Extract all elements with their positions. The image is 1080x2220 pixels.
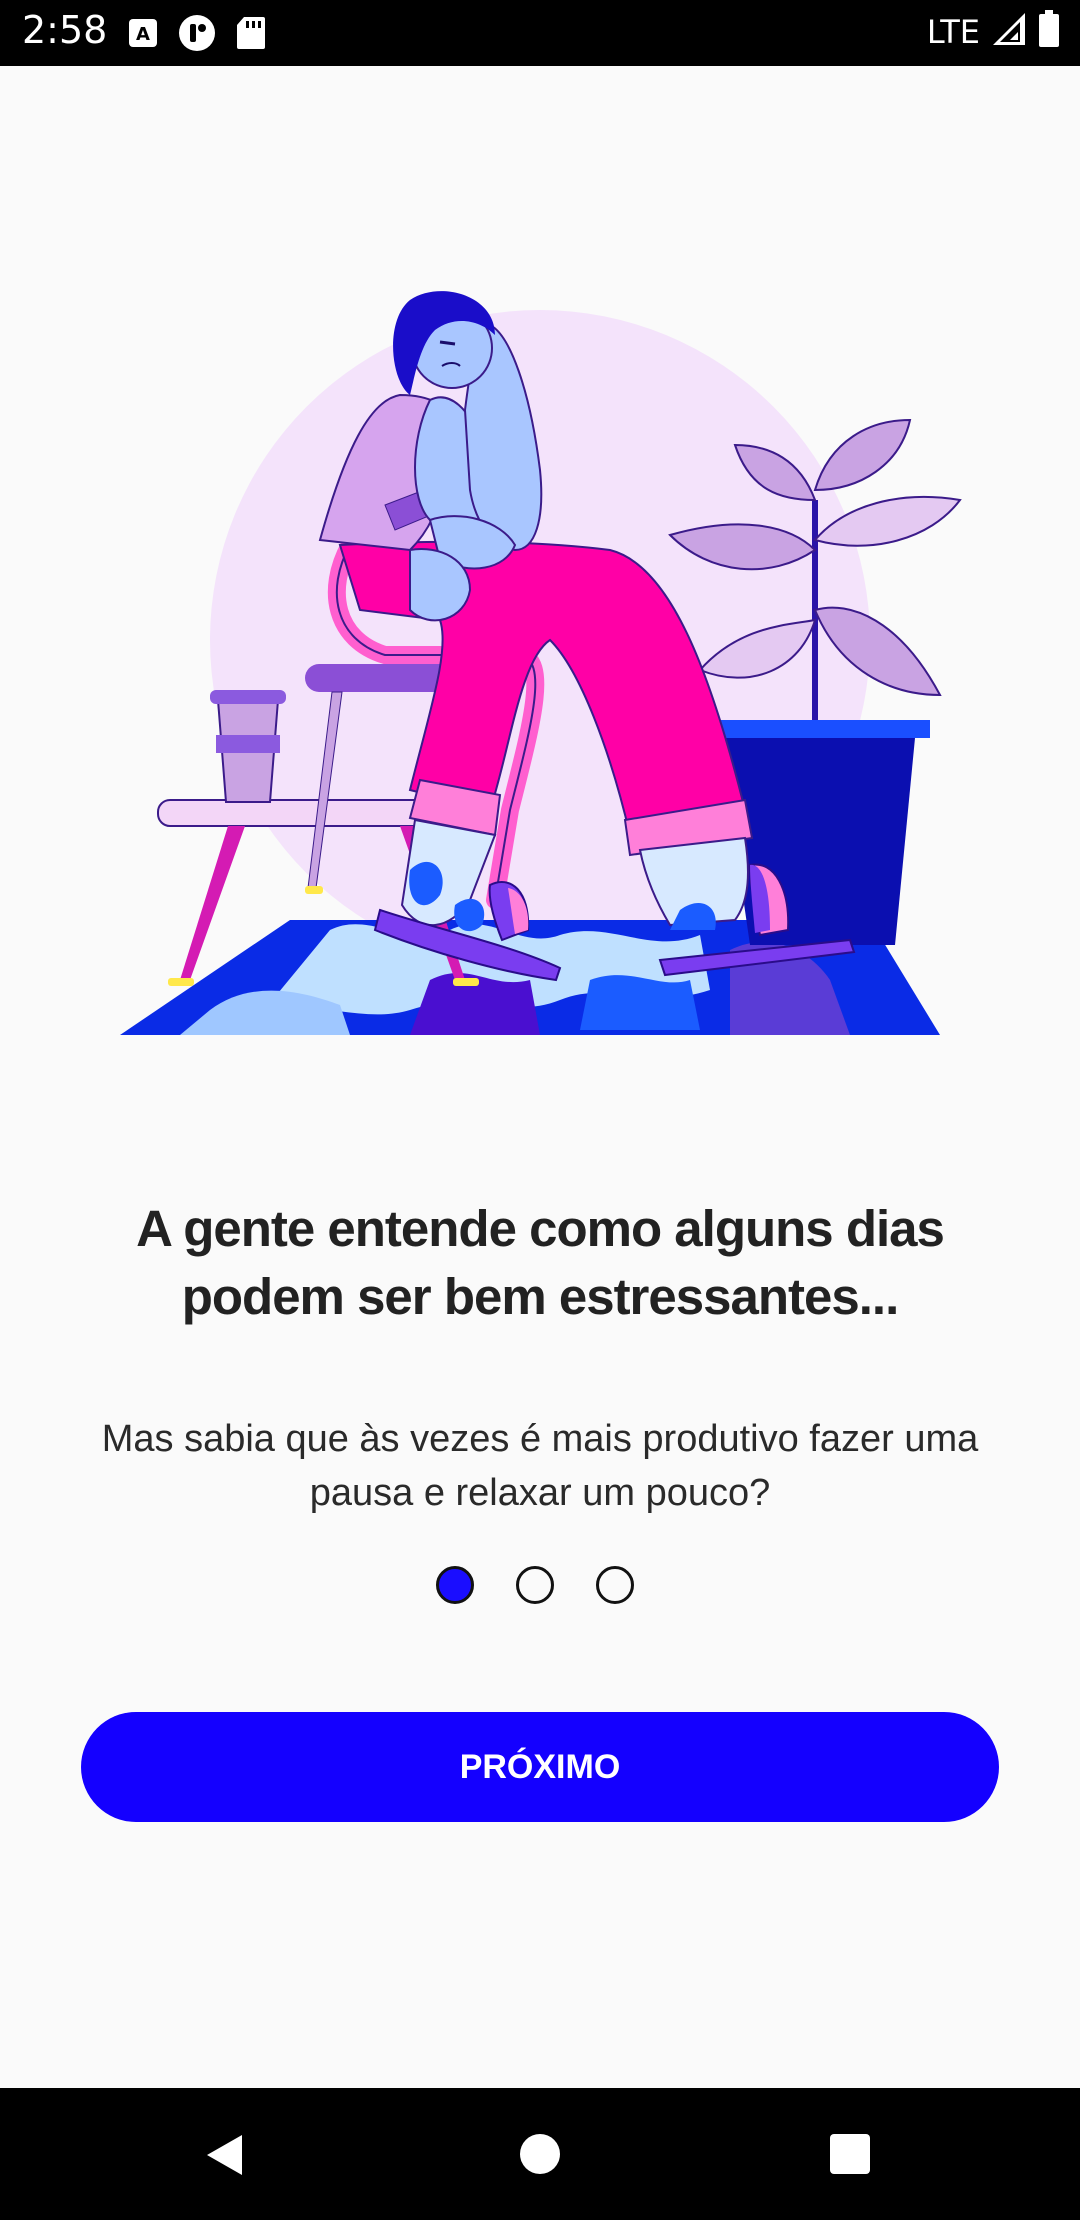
page-indicator xyxy=(436,1566,634,1604)
navigation-bar xyxy=(0,2088,1080,2220)
recents-icon[interactable] xyxy=(828,2132,872,2181)
app-icon xyxy=(178,14,216,57)
network-label: LTE xyxy=(926,12,980,51)
stressed-woman-illustration xyxy=(110,290,970,1050)
status-time: 2:58 xyxy=(22,8,108,52)
status-bar: 2:58 A LTE xyxy=(0,0,1080,66)
page-dot-2 xyxy=(516,1566,554,1604)
signal-icon xyxy=(992,12,1026,51)
page-dot-1 xyxy=(436,1566,474,1604)
next-button[interactable]: PRÓXIMO xyxy=(81,1712,999,1822)
back-icon[interactable] xyxy=(202,2132,248,2183)
onboarding-body: Mas sabia que às vezes é mais produtivo … xyxy=(101,1418,979,1514)
battery-icon xyxy=(1038,10,1060,53)
a-icon: A xyxy=(128,18,158,53)
onboarding-headline: A gente entende como alguns dias podem s… xyxy=(136,1200,945,1325)
home-icon[interactable] xyxy=(518,2132,562,2181)
sd-card-icon xyxy=(236,16,266,55)
page-dot-3 xyxy=(596,1566,634,1604)
svg-text:A: A xyxy=(136,24,150,45)
